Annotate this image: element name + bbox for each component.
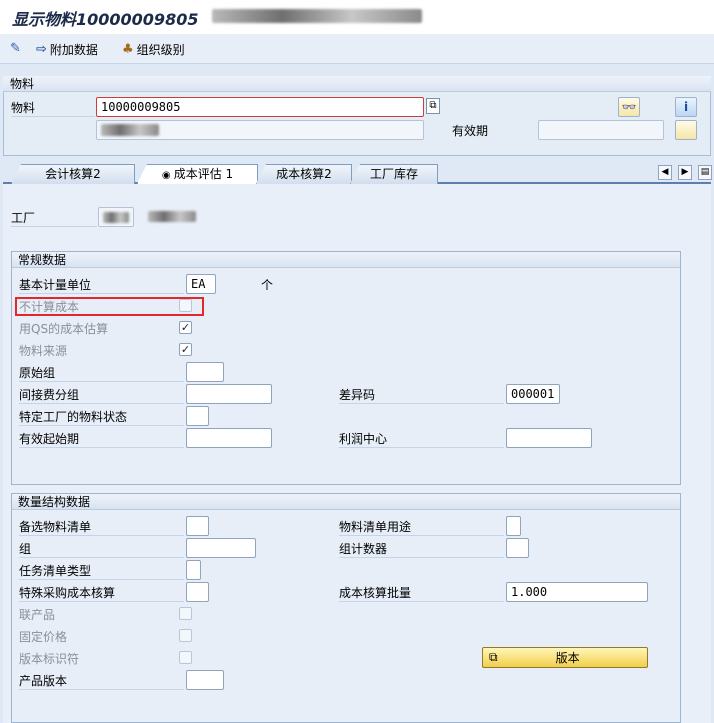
group-counter-field[interactable] [506,538,529,558]
version-indicator-label: 版本标识符 [19,652,80,666]
empty-icon-button[interactable] [675,120,697,140]
material-origin-label: 物料来源 [19,344,68,358]
org-levels-button[interactable]: ♣ 组织级别 [122,41,185,58]
tab-costing-2-label: 成本核算2 [276,167,332,181]
co-product-checkbox[interactable] [179,607,192,620]
origin-group-field[interactable] [186,362,224,382]
redacted-plant-code [103,212,129,223]
group-field[interactable] [186,538,256,558]
glasses-icon[interactable]: 👓 [618,97,640,117]
validity-field[interactable] [538,120,664,140]
material-header-title: 物料 [3,76,711,92]
copy-icon[interactable]: ⧉ [426,98,440,114]
org-levels-label: 组织级别 [136,43,185,57]
no-costing-label: 不计算成本 [19,300,80,314]
production-version-label: 产品版本 [19,673,184,690]
alt-bom-field[interactable] [186,516,209,536]
tab-active-icon: ◉ [161,170,174,181]
task-list-type-field[interactable] [186,560,201,580]
tab-accounting-2[interactable]: 会计核算2 [11,164,135,184]
task-list-type-label: 任务清单类型 [19,563,184,580]
overhead-group-label: 间接费分组 [19,387,184,404]
production-version-field[interactable] [186,670,224,690]
material-description-field [96,120,424,140]
versions-button-label: 版本 [555,651,580,665]
bom-usage-label: 物料清单用途 [339,519,504,536]
variance-key-label: 差异码 [339,387,504,404]
title-bar: 显示物料10000009805 [0,0,714,34]
bom-usage-field[interactable] [506,516,521,536]
tab-list-icon[interactable]: ▤ [698,165,712,180]
version-indicator-checkbox[interactable] [179,651,192,664]
special-procurement-label: 特殊采购成本核算 [19,585,184,602]
window-title: 显示物料10000009805 [12,10,199,29]
general-data-title: 常规数据 [12,252,680,268]
lot-size-label: 成本核算批量 [339,585,504,602]
plant-field [98,207,134,227]
lot-size-field[interactable]: 1.000 [506,582,648,602]
additional-data-button[interactable]: ⇨ 附加数据 [36,41,98,58]
no-costing-checkbox[interactable] [179,299,192,312]
additional-data-label: 附加数据 [49,43,98,57]
material-number-field[interactable]: 10000009805 [96,97,424,117]
overhead-group-field[interactable] [186,384,272,404]
group-counter-label: 组计数器 [339,541,504,558]
validity-label: 有效期 [452,124,489,138]
tab-scroll-left-icon[interactable]: ◀ [658,165,672,180]
profit-center-field[interactable] [506,428,592,448]
info-icon[interactable]: i [675,97,697,117]
redacted-description [101,124,159,136]
redacted-plant-name [148,211,196,222]
tab-accounting-2-label: 会计核算2 [45,167,101,181]
org-hierarchy-icon: ♣ [122,42,134,57]
valid-from-label: 有效起始期 [19,431,184,448]
co-product-label: 联产品 [19,608,56,622]
group-label: 组 [19,541,184,558]
base-uom-field[interactable]: EA [186,274,216,294]
redacted-title-part [212,9,422,23]
plant-status-field[interactable] [186,406,209,426]
tab-scroll-right-icon[interactable]: ▶ [678,165,692,180]
plant-label: 工厂 [11,210,97,227]
fixed-price-checkbox[interactable] [179,629,192,642]
qs-costing-label: 用QS的成本估算 [19,322,109,336]
origin-group-label: 原始组 [19,365,184,382]
toolbar-icon-button[interactable]: ✎ [10,41,21,56]
alt-bom-label: 备选物料清单 [19,519,184,536]
variance-key-field[interactable]: 000001 [506,384,560,404]
tab-costing-2[interactable]: 成本核算2 [256,164,352,184]
qs-costing-checkbox[interactable]: ✓ [179,321,192,334]
fixed-price-label: 固定价格 [19,630,68,644]
tab-plant-stock-label: 工厂库存 [369,167,418,181]
special-procurement-field[interactable] [186,582,209,602]
versions-button[interactable]: ⧉ 版本 [482,647,648,668]
edit-icon: ✎ [10,41,21,56]
tab-costing-1-label: 成本评估 1 [173,167,234,181]
material-label: 物料 [11,100,95,117]
valid-from-field[interactable] [186,428,272,448]
profit-center-label: 利润中心 [339,431,504,448]
quantity-structure-title: 数量结构数据 [12,494,680,510]
versions-icon: ⧉ [489,650,498,664]
material-origin-checkbox[interactable]: ✓ [179,343,192,356]
arrow-right-icon: ⇨ [36,42,47,57]
base-uom-text: 个 [261,278,274,292]
tab-plant-stock[interactable]: 工厂库存 [350,164,438,184]
application-toolbar: ✎ ⇨ 附加数据 ♣ 组织级别 [0,34,714,64]
plant-status-label: 特定工厂的物料状态 [19,409,184,426]
tab-costing-1[interactable]: ◉ 成本评估 1 [137,164,258,184]
base-uom-label: 基本计量单位 [19,277,184,294]
